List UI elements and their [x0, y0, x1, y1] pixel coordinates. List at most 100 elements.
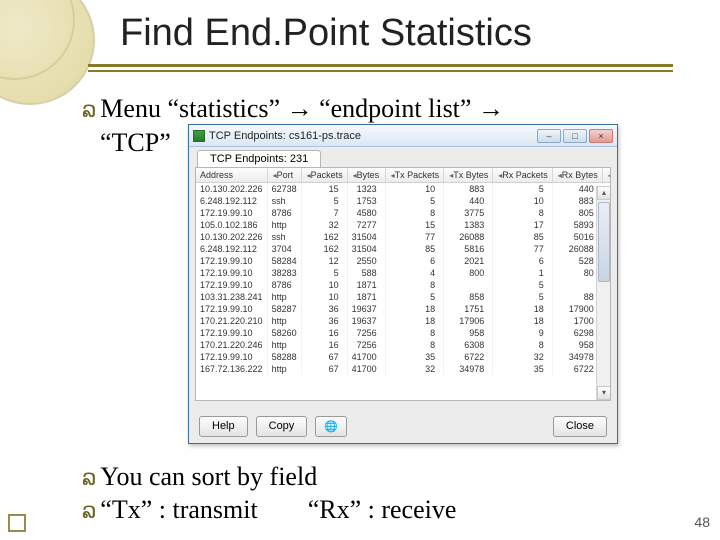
table-cell: 7277: [347, 219, 385, 231]
table-cell: [444, 279, 493, 291]
vertical-scrollbar[interactable]: ▴ ▾: [596, 186, 610, 400]
copy-button[interactable]: Copy: [256, 416, 308, 437]
table-cell: 58284: [267, 255, 301, 267]
scroll-down-button[interactable]: ▾: [597, 386, 611, 400]
bullet-text: “TCP”: [100, 128, 171, 157]
table-row[interactable]: 105.0.102.186http327277151383175893-: [196, 219, 611, 231]
table-cell: 16: [301, 339, 347, 351]
table-cell: 41700: [347, 363, 385, 375]
table-cell: 440: [444, 195, 493, 207]
table-cell: 8786: [267, 207, 301, 219]
table-cell: 17900: [552, 303, 602, 315]
table-row[interactable]: 172.19.99.10878674580837758805-: [196, 207, 611, 219]
table-cell: 35: [385, 351, 444, 363]
table-row[interactable]: 170.21.220.246http167256863088958-: [196, 339, 611, 351]
table-cell: 12: [301, 255, 347, 267]
table-row[interactable]: 167.72.136.222http67417003234978356722-: [196, 363, 611, 375]
table-cell: 1871: [347, 279, 385, 291]
table-cell: 77: [385, 231, 444, 243]
table-cell: 172.19.99.10: [196, 267, 267, 279]
table-row[interactable]: 172.19.99.1058284122550620216528-: [196, 255, 611, 267]
table-row[interactable]: 6.248.192.1123704162315048558167726088-: [196, 243, 611, 255]
table-row[interactable]: 172.19.99.1058260167256895896298-: [196, 327, 611, 339]
table-cell: 17906: [444, 315, 493, 327]
title-underline-thin: [88, 70, 673, 72]
col-latitude[interactable]: ◂Latitude: [602, 168, 611, 183]
table-row[interactable]: 172.19.99.105828736196371817511817900-: [196, 303, 611, 315]
table-row[interactable]: 6.248.192.112ssh51753544010883-: [196, 195, 611, 207]
bullet-txrx: ລ“Tx” : transmit“Rx” : receive: [82, 495, 456, 525]
table-row[interactable]: 10.130.202.226ssh162315047726088855016-: [196, 231, 611, 243]
table-cell: 6.248.192.112: [196, 195, 267, 207]
table-row[interactable]: 172.19.99.103828355884800180-: [196, 267, 611, 279]
table-cell: 8: [493, 207, 553, 219]
wireshark-icon: [193, 130, 205, 142]
table-cell: 10: [385, 183, 444, 196]
table-cell: 10: [301, 291, 347, 303]
table-cell: 3704: [267, 243, 301, 255]
dialog-titlebar[interactable]: TCP Endpoints: cs161-ps.trace – □ ×: [189, 125, 617, 147]
table-cell: 17: [493, 219, 553, 231]
table-cell: http: [267, 363, 301, 375]
table-cell: 172.19.99.10: [196, 255, 267, 267]
endpoints-table-container: Address ◂Port ◂Packets ◂Bytes ◂Tx Packet…: [195, 167, 611, 401]
table-cell: 31504: [347, 231, 385, 243]
table-cell: 26088: [552, 243, 602, 255]
bullet-text: You can sort by field: [100, 462, 317, 491]
table-cell: 6: [493, 255, 553, 267]
table-cell: 6308: [444, 339, 493, 351]
table-cell: 5: [385, 291, 444, 303]
col-bytes[interactable]: ◂Bytes: [347, 168, 385, 183]
bullet-text-rx: “Rx” : receive: [308, 495, 457, 524]
bullet-icon: ລ: [82, 498, 96, 523]
col-rx-packets[interactable]: ◂Rx Packets: [493, 168, 553, 183]
maximize-button[interactable]: □: [563, 129, 587, 143]
table-cell: 2550: [347, 255, 385, 267]
table-cell: 958: [552, 339, 602, 351]
table-cell: 58260: [267, 327, 301, 339]
scroll-up-button[interactable]: ▴: [597, 186, 611, 200]
close-button[interactable]: Close: [553, 416, 607, 437]
col-tx-packets[interactable]: ◂Tx Packets: [385, 168, 444, 183]
table-row[interactable]: 10.130.202.22662738151323108835440-: [196, 183, 611, 196]
table-cell: 58288: [267, 351, 301, 363]
table-cell: 58287: [267, 303, 301, 315]
bullet-sort: ລYou can sort by field: [82, 462, 317, 492]
table-cell: 18: [493, 303, 553, 315]
table-cell: 67: [301, 351, 347, 363]
table-cell: 105.0.102.186: [196, 219, 267, 231]
scroll-thumb[interactable]: [598, 202, 610, 282]
table-cell: 10.130.202.226: [196, 231, 267, 243]
table-cell: 80: [552, 267, 602, 279]
col-tx-bytes[interactable]: ◂Tx Bytes: [444, 168, 493, 183]
col-port[interactable]: ◂Port: [267, 168, 301, 183]
minimize-button[interactable]: –: [537, 129, 561, 143]
table-cell: ssh: [267, 231, 301, 243]
map-button[interactable]: 🌐: [315, 416, 347, 437]
bullet-icon: ລ: [82, 465, 96, 490]
help-button[interactable]: Help: [199, 416, 248, 437]
table-cell: 41700: [347, 351, 385, 363]
slide-title: Find End.Point Statistics: [120, 12, 532, 55]
table-row[interactable]: 172.19.99.105828867417003567223234978-: [196, 351, 611, 363]
table-cell: 7256: [347, 339, 385, 351]
table-cell: 8: [385, 327, 444, 339]
table-cell: 8: [385, 279, 444, 291]
table-row[interactable]: 103.31.238.241http1018715858588-: [196, 291, 611, 303]
tab-tcp-endpoints[interactable]: TCP Endpoints: 231: [197, 150, 321, 167]
col-packets[interactable]: ◂Packets: [301, 168, 347, 183]
table-cell: 1700: [552, 315, 602, 327]
table-cell: 1871: [347, 291, 385, 303]
table-cell: 8: [385, 339, 444, 351]
globe-icon: 🌐: [324, 421, 338, 433]
table-cell: 34978: [552, 351, 602, 363]
table-cell: 162: [301, 243, 347, 255]
table-row[interactable]: 170.21.220.210http36196371817906181700-: [196, 315, 611, 327]
col-address[interactable]: Address: [196, 168, 267, 183]
close-window-button[interactable]: ×: [589, 129, 613, 143]
table-cell: 1383: [444, 219, 493, 231]
table-cell: 170.21.220.246: [196, 339, 267, 351]
table-cell: 5893: [552, 219, 602, 231]
col-rx-bytes[interactable]: ◂Rx Bytes: [552, 168, 602, 183]
table-row[interactable]: 172.19.99.10878610187185-: [196, 279, 611, 291]
